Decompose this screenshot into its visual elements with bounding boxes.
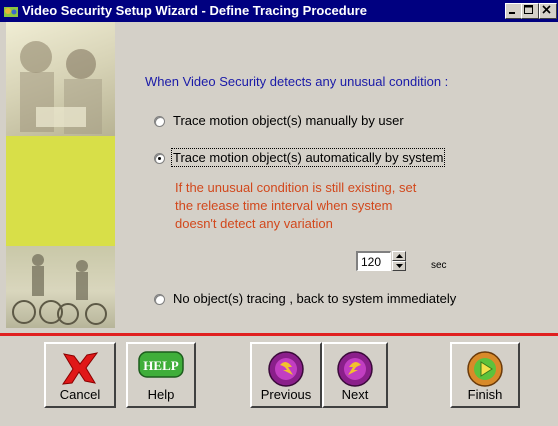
finish-label: Finish [467,387,503,402]
radio-manual-trace[interactable] [154,116,165,127]
cancel-button[interactable]: Cancel [44,342,116,408]
previous-icon [268,351,304,387]
next-label: Next [341,387,369,402]
minimize-icon [509,12,515,14]
help-button[interactable]: HELP Help [126,342,196,408]
photo-children-reading [6,22,115,136]
cancel-label: Cancel [59,387,101,402]
arrow-up-icon [396,254,403,258]
help-label: Help [147,387,175,402]
photo-yellow-panel [6,136,115,246]
close-button[interactable] [539,3,557,19]
title-bar: Video Security Setup Wizard - Define Tra… [0,0,558,22]
previous-label: Previous [260,387,312,402]
interval-up-button[interactable] [392,251,406,261]
interval-unit: sec [431,260,447,271]
maximize-icon [524,5,533,14]
app-icon [4,7,18,17]
condition-heading: When Video Security detects any unusual … [145,74,449,89]
finish-icon [467,351,503,387]
finish-button[interactable]: Finish [450,342,520,408]
wizard-content: When Video Security detects any unusual … [115,22,558,328]
option-auto-label[interactable]: Trace motion object(s) automatically by … [170,148,446,167]
note-line: doesn't detect any variation [175,216,333,231]
radio-auto-trace[interactable] [154,153,165,164]
option-manual-label[interactable]: Trace motion object(s) manually by user [173,113,404,128]
window-title: Video Security Setup Wizard - Define Tra… [22,3,367,18]
wizard-window: Video Security Setup Wizard - Define Tra… [0,0,558,426]
note-line: If the unusual condition is still existi… [175,180,417,195]
note-line: the release time interval when system [175,198,393,213]
decorative-photo-strip [6,22,115,328]
release-interval-note: If the unusual condition is still existi… [175,179,505,233]
close-icon [542,5,551,14]
next-button[interactable]: Next [322,342,388,408]
photo-cyclists [6,246,115,328]
radio-no-trace[interactable] [154,294,165,305]
help-icon: HELP [138,351,184,378]
cancel-x-icon [61,352,99,385]
arrow-down-icon [396,264,403,268]
red-divider [0,333,558,336]
radio-selected-dot [158,157,161,160]
option-none-label[interactable]: No object(s) tracing , back to system im… [173,291,456,306]
help-icon-text: HELP [143,358,178,373]
interval-down-button[interactable] [392,261,406,271]
previous-button[interactable]: Previous [250,342,322,408]
maximize-button[interactable] [521,3,539,19]
interval-input[interactable] [356,251,391,271]
next-icon [337,351,373,387]
